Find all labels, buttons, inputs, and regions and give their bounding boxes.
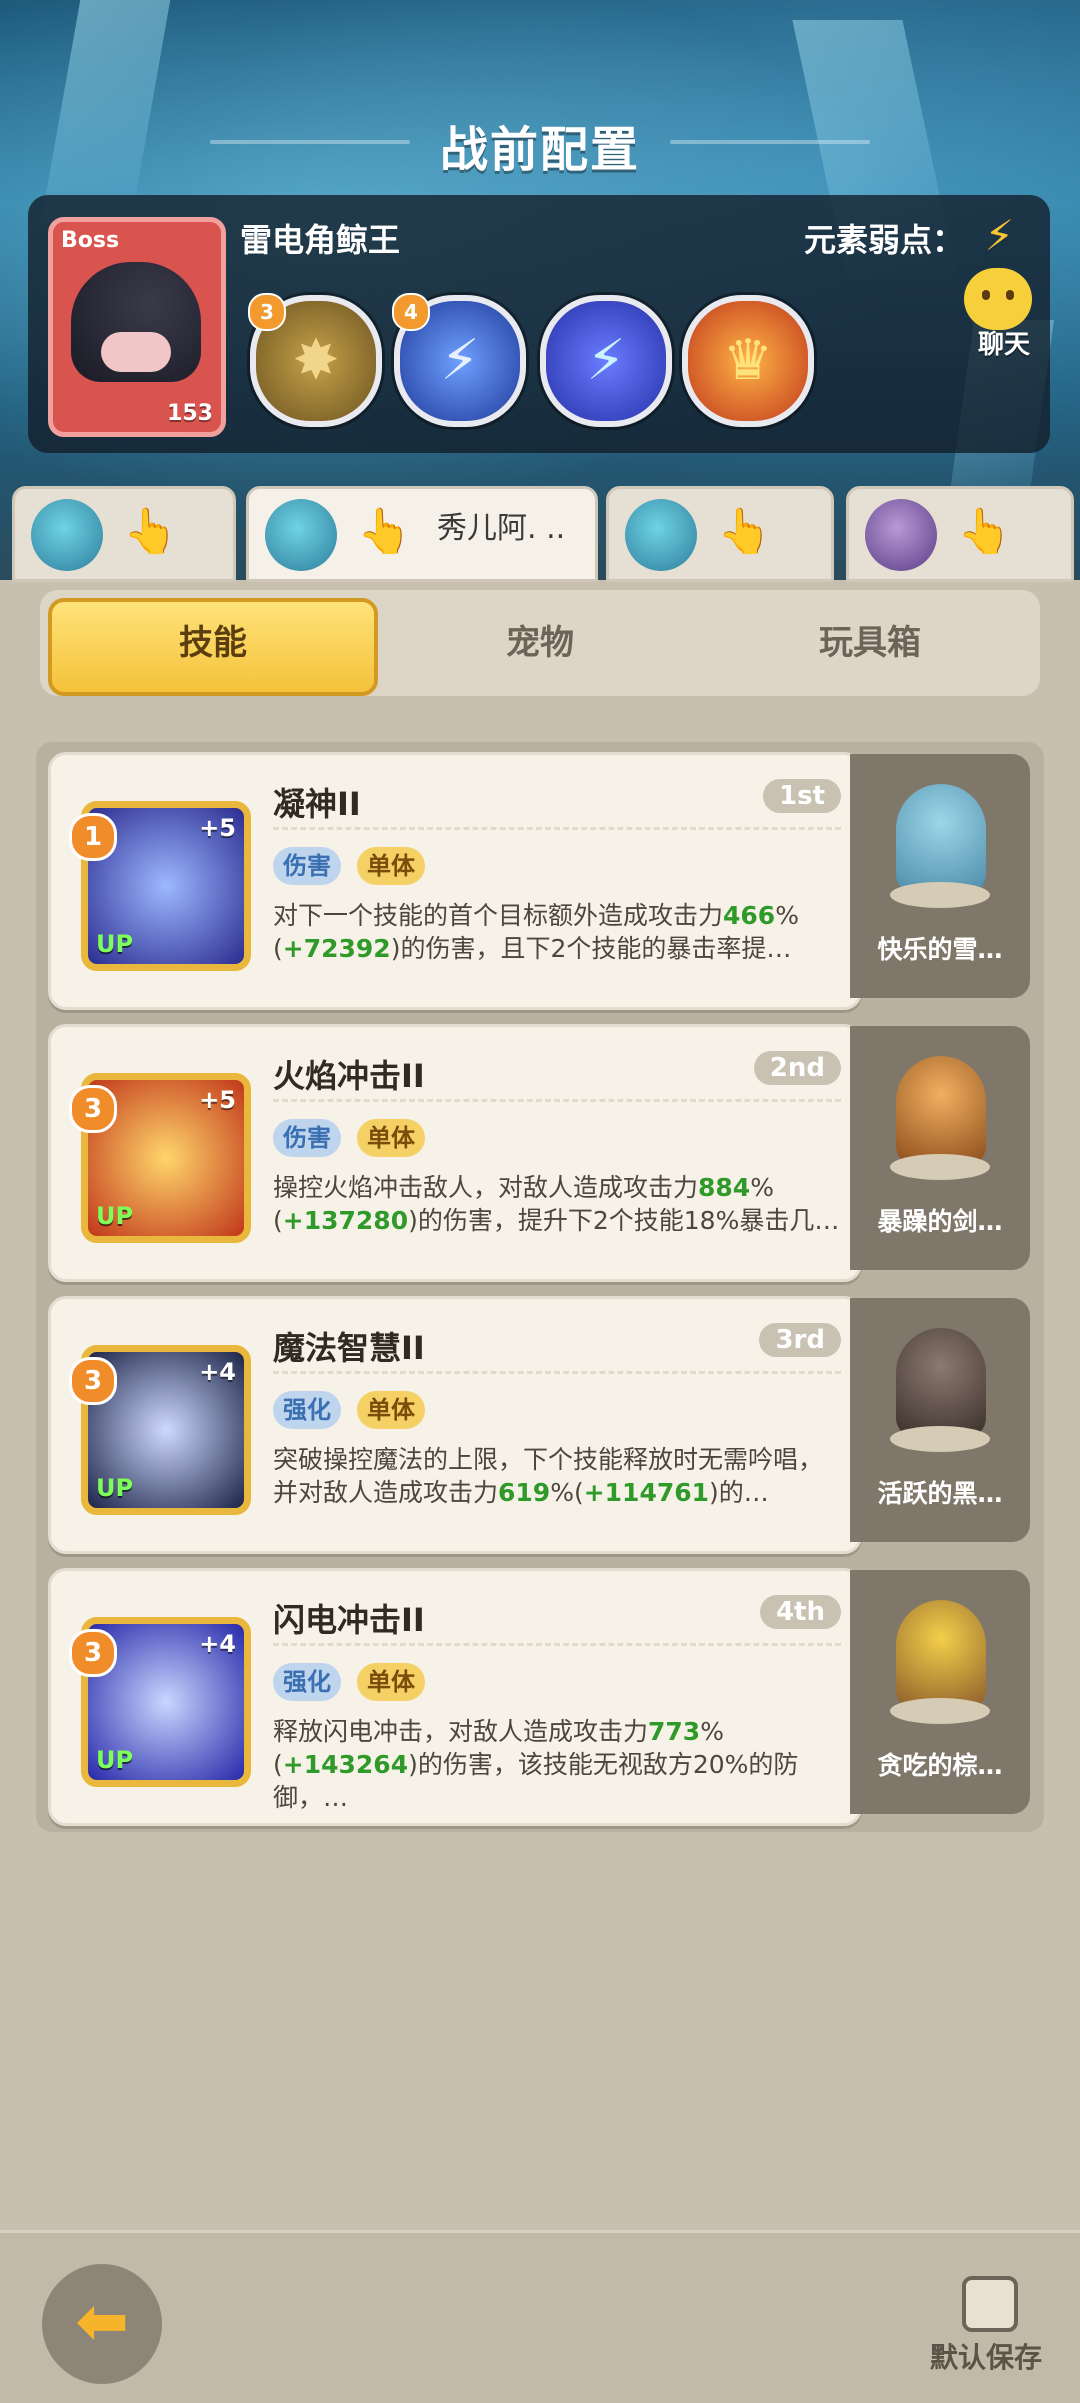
skill-rank: 1st (763, 779, 841, 813)
lightning-icon: ⚡ (984, 211, 1015, 260)
default-save-checkbox[interactable] (962, 2276, 1018, 2332)
skill-tag-type: 强化 (273, 1663, 341, 1701)
skill-name: 火焰冲击II (273, 1057, 425, 1095)
skill-tag-target: 单体 (357, 1663, 425, 1701)
avatar (865, 499, 937, 571)
tab-pets[interactable]: 宠物 (380, 598, 700, 688)
pet-name: 快乐的雪… (877, 935, 1003, 964)
skill-level: 3 (69, 1085, 117, 1133)
skill-tag-target: 单体 (357, 1391, 425, 1429)
party-member-tab[interactable]: 👆 (846, 486, 1074, 582)
skill-up-badge: UP (96, 1474, 134, 1502)
skill-tag-target: 单体 (357, 1119, 425, 1157)
pet-figure (896, 1600, 986, 1710)
avatar (625, 499, 697, 571)
chat-label: 聊天 (977, 330, 1030, 360)
pet-pedestal (890, 1426, 990, 1452)
main-tabs: 技能 宠物 玩具箱 (40, 590, 1040, 696)
divider (273, 827, 841, 830)
tap-hand-icon: 👆 (717, 506, 772, 557)
boss-skill-stone-spike[interactable]: 3 ✸ (248, 293, 382, 427)
pet-slot[interactable]: 贪吃的棕… (850, 1570, 1030, 1814)
skill-card[interactable]: +5 UP 3 火焰冲击II 2nd 伤害 单体 操控火焰冲击敌人，对敌人造成攻… (48, 1024, 862, 1282)
pet-pedestal (890, 1698, 990, 1724)
skill-plus: +4 (199, 1358, 236, 1386)
skill-card[interactable]: +5 UP 1 凝神II 1st 伤害 单体 对下一个技能的首个目标额外造成攻击… (48, 752, 862, 1010)
stone-spike-icon: ✸ (292, 328, 340, 393)
boss-level: 153 (167, 401, 213, 426)
skill-tag-target: 单体 (357, 847, 425, 885)
boss-card[interactable]: Boss 153 (48, 217, 226, 437)
boss-badge: Boss (61, 228, 120, 253)
tab-toybox[interactable]: 玩具箱 (710, 598, 1030, 688)
page-title: 战前配置 (439, 122, 640, 178)
skill-level: 3 (69, 1357, 117, 1405)
skill-rank: 2nd (753, 1051, 841, 1085)
tap-hand-icon: 👆 (957, 506, 1012, 557)
skill-name: 凝神II (273, 785, 361, 823)
pet-slot[interactable]: 暴躁的剑… (850, 1026, 1030, 1270)
boss-portrait (71, 262, 201, 382)
skill-level: 1 (69, 813, 117, 861)
skill-tag-type: 伤害 (273, 1119, 341, 1157)
skill-up-badge: UP (96, 1746, 134, 1774)
party-member-tab[interactable]: 👆 (606, 486, 834, 582)
pet-name: 暴躁的剑… (877, 1207, 1003, 1236)
skill-card[interactable]: +4 UP 3 魔法智慧II 3rd 强化 单体 突破操控魔法的上限，下个技能释… (48, 1296, 862, 1554)
boss-panel: Boss 153 雷电角鲸王 元素弱点： ⚡ 3 ✸ 4 ⚡ ⚡ ♛ (28, 195, 1050, 453)
back-button[interactable]: ⬅ (42, 2264, 162, 2384)
boss-skill-lightning-storm[interactable]: 4 ⚡ (392, 293, 526, 427)
divider (273, 1643, 841, 1646)
skill-description: 对下一个技能的首个目标额外造成攻击力466%(+72392)的伤害，且下2个技能… (273, 901, 799, 963)
skill-description: 操控火焰冲击敌人，对敌人造成攻击力884%(+137280)的伤害，提升下2个技… (273, 1173, 840, 1235)
chat-face-icon (964, 268, 1032, 330)
divider (273, 1099, 841, 1102)
bottom-bar (0, 2230, 1080, 2403)
avatar (31, 499, 103, 571)
party-member-tab[interactable]: 👆 秀儿阿. .. (246, 486, 598, 582)
skill-up-badge: UP (96, 930, 134, 958)
chat-button[interactable]: 聊天 (940, 268, 1050, 360)
crown-icon: ♛ (722, 328, 774, 393)
skill-rank: 3rd (759, 1323, 841, 1357)
skill-tag-type: 伤害 (273, 847, 341, 885)
tab-skills[interactable]: 技能 (48, 598, 378, 696)
pet-slot[interactable]: 活跃的黑… (850, 1298, 1030, 1542)
weakness-label: 元素弱点： (803, 221, 964, 259)
divider (273, 1371, 841, 1374)
tap-hand-icon: 👆 (357, 506, 412, 557)
default-save-label: 默认保存 (930, 2341, 1043, 2374)
skill-plus: +4 (199, 1630, 236, 1658)
skill-rank: 4th (759, 1595, 841, 1629)
skill-description: 突破操控魔法的上限，下个技能释放时无需吟唱，并对敌人造成攻击力619%(+114… (273, 1445, 824, 1507)
lightning-bolt-icon: ⚡ (586, 328, 626, 393)
lightning-storm-icon: ⚡ (440, 328, 480, 393)
pet-slot[interactable]: 快乐的雪… (850, 754, 1030, 998)
skill-card[interactable]: +4 UP 3 闪电冲击II 4th 强化 单体 释放闪电冲击，对敌人造成攻击力… (48, 1568, 862, 1826)
tap-hand-icon: 👆 (123, 506, 178, 557)
pet-name: 活跃的黑… (877, 1479, 1003, 1508)
skill-up-badge: UP (96, 1202, 134, 1230)
skill-description: 释放闪电冲击，对敌人造成攻击力773%(+143264)的伤害，该技能无视敌方2… (273, 1717, 799, 1811)
party-member-name: 秀儿阿. .. (437, 511, 566, 546)
pet-figure (896, 784, 986, 894)
pet-pedestal (890, 1154, 990, 1180)
boss-skill-lightning-bolt[interactable]: ⚡ (540, 295, 672, 427)
skill-level: 3 (69, 1629, 117, 1677)
skill-tag-type: 强化 (273, 1391, 341, 1429)
skill-name: 魔法智慧II (273, 1329, 425, 1367)
skill-name: 闪电冲击II (273, 1601, 425, 1639)
pet-figure (896, 1056, 986, 1166)
boss-name: 雷电角鲸王 (240, 221, 401, 259)
back-arrow-icon: ⬅ (75, 2285, 129, 2359)
avatar (265, 499, 337, 571)
boss-skill-crown[interactable]: ♛ (682, 295, 814, 427)
pet-figure (896, 1328, 986, 1438)
party-member-tab[interactable]: 👆 (12, 486, 236, 582)
skill-plus: +5 (199, 1086, 236, 1114)
pet-name: 贪吃的棕… (877, 1751, 1003, 1780)
skill-plus: +5 (199, 814, 236, 842)
pet-pedestal (890, 882, 990, 908)
